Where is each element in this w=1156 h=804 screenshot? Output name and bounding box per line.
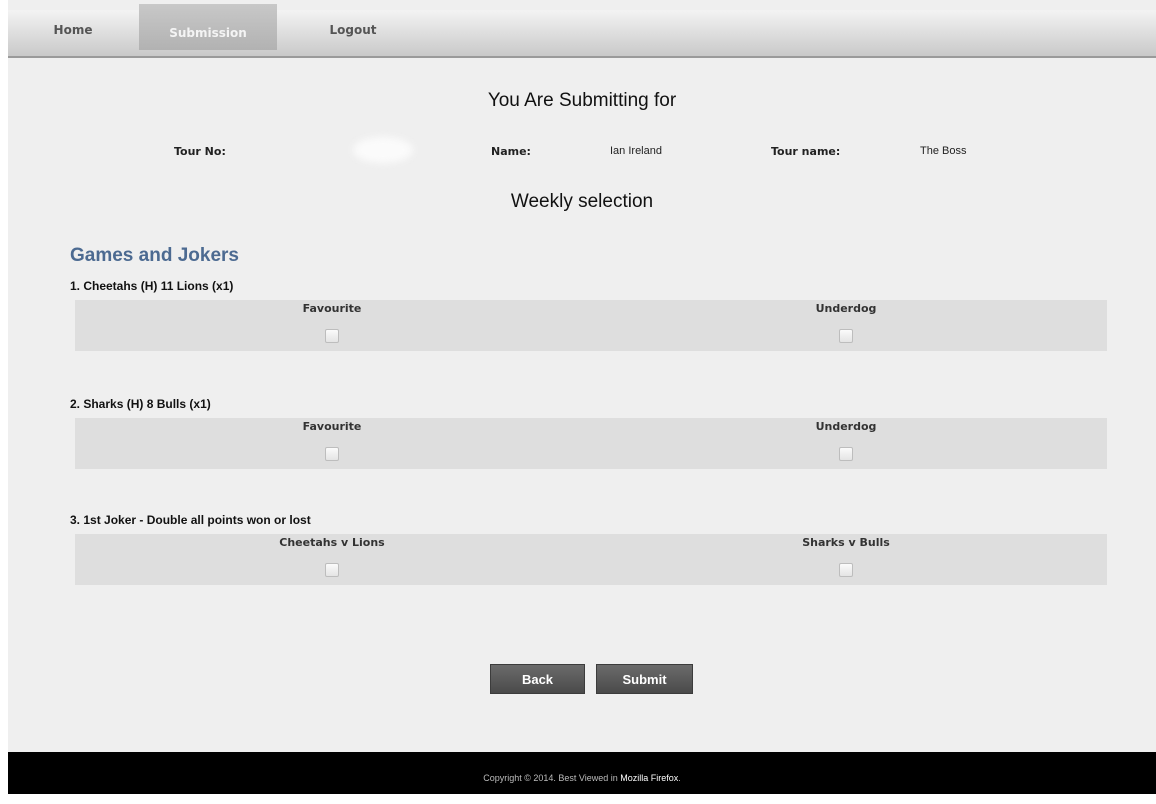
underdog-label: Underdog <box>815 420 877 433</box>
option-row: Favourite Underdog <box>75 300 1107 351</box>
favourite-checkbox[interactable] <box>325 329 339 343</box>
joker-option-2-label: Sharks v Bulls <box>802 536 890 549</box>
joker-option-2-checkbox[interactable] <box>839 563 853 577</box>
footer: Copyright © 2014. Best Viewed in Mozilla… <box>8 752 1156 794</box>
joker-option-1-label: Cheetahs v Lions <box>279 536 385 549</box>
page: Home Submission Logout You Are Submittin… <box>8 0 1156 794</box>
tour-no-value <box>353 137 413 163</box>
favourite-checkbox[interactable] <box>325 447 339 461</box>
back-button[interactable]: Back <box>490 664 585 694</box>
firefox-link[interactable]: Mozilla Firefox <box>620 773 678 783</box>
page-title: You Are Submitting for <box>487 90 677 111</box>
tour-name-value: The Boss <box>920 145 967 157</box>
favourite-label: Favourite <box>302 420 362 433</box>
section-title: Games and Jokers <box>70 245 239 266</box>
joker-title: 3. 1st Joker - Double all points won or … <box>70 513 311 527</box>
game-title: 1. Cheetahs (H) 11 Lions (x1) <box>70 279 234 293</box>
tour-no-label: Tour No: <box>174 145 226 158</box>
submit-button[interactable]: Submit <box>596 664 693 694</box>
tour-name-label: Tour name: <box>771 145 841 158</box>
game-title: 2. Sharks (H) 8 Bulls (x1) <box>70 397 211 411</box>
option-row: Favourite Underdog <box>75 418 1107 469</box>
nav-submission[interactable]: Submission <box>139 4 277 50</box>
joker-option-1-checkbox[interactable] <box>325 563 339 577</box>
copyright-text: Copyright © 2014. Best Viewed in <box>483 773 621 783</box>
weekly-title: Weekly selection <box>510 191 654 212</box>
name-value: Ian Ireland <box>610 145 662 157</box>
nav-home[interactable]: Home <box>8 10 138 50</box>
name-label: Name: <box>491 145 531 158</box>
underdog-checkbox[interactable] <box>839 447 853 461</box>
favourite-label: Favourite <box>302 302 362 315</box>
top-nav: Home Submission Logout <box>8 4 1156 58</box>
underdog-label: Underdog <box>815 302 877 315</box>
underdog-checkbox[interactable] <box>839 329 853 343</box>
option-row: Cheetahs v Lions Sharks v Bulls <box>75 534 1107 585</box>
nav-logout[interactable]: Logout <box>298 10 408 50</box>
